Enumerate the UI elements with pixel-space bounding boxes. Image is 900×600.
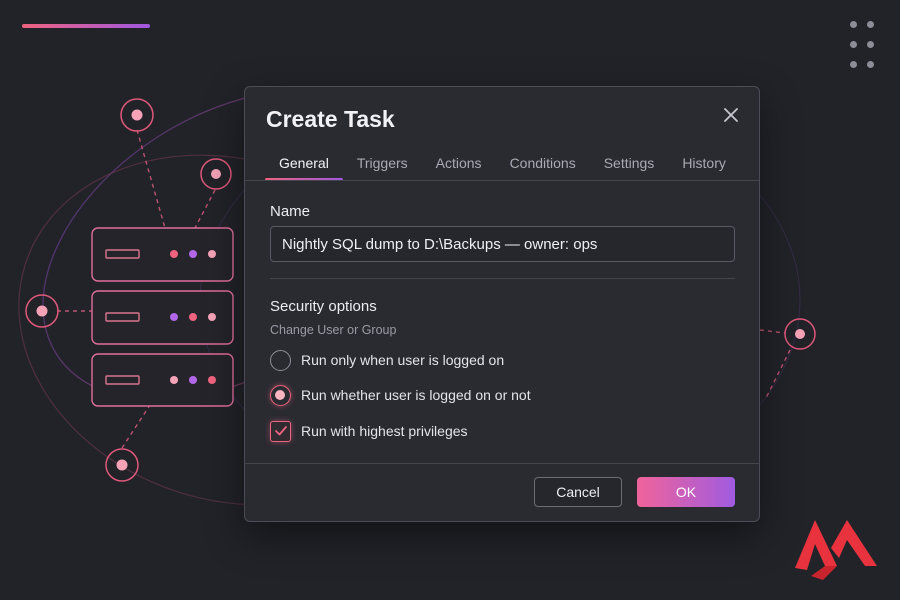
- create-task-dialog: Create Task General Triggers Actions Con…: [244, 86, 760, 522]
- option-label: Run with highest privileges: [301, 423, 468, 439]
- tabs-divider: [245, 180, 759, 181]
- security-options-title: Security options: [270, 298, 377, 315]
- name-input[interactable]: [270, 226, 735, 262]
- tab-bar: General Triggers Actions Conditions Sett…: [265, 151, 759, 181]
- run-whether-logged-on-option[interactable]: Run whether user is logged on or not: [270, 384, 531, 406]
- brand-logo: [795, 520, 877, 580]
- tab-settings[interactable]: Settings: [590, 151, 669, 181]
- checkbox-checked[interactable]: [270, 420, 291, 442]
- tab-history[interactable]: History: [668, 151, 740, 181]
- section-divider: [270, 278, 735, 279]
- ok-button[interactable]: OK: [637, 477, 735, 507]
- option-label: Run whether user is logged on or not: [301, 387, 531, 403]
- dots-grid-icon: [850, 21, 884, 68]
- tab-triggers[interactable]: Triggers: [343, 151, 422, 181]
- footer-divider: [245, 463, 759, 464]
- highest-privileges-option[interactable]: Run with highest privileges: [270, 420, 468, 442]
- radio-button-selected[interactable]: [270, 384, 291, 406]
- tab-actions[interactable]: Actions: [422, 151, 496, 181]
- option-label: Run only when user is logged on: [301, 352, 505, 368]
- change-user-link[interactable]: Change User or Group: [270, 323, 396, 337]
- tab-general[interactable]: General: [265, 151, 343, 181]
- accent-bar: [22, 24, 150, 28]
- dialog-title: Create Task: [266, 106, 395, 132]
- name-label: Name: [270, 203, 311, 220]
- tab-conditions[interactable]: Conditions: [496, 151, 590, 181]
- run-only-logged-on-option[interactable]: Run only when user is logged on: [270, 349, 504, 371]
- close-button[interactable]: [721, 105, 741, 125]
- cancel-button[interactable]: Cancel: [534, 477, 622, 507]
- checkmark-icon: [274, 426, 287, 436]
- radio-button[interactable]: [270, 349, 291, 371]
- close-icon: [724, 108, 738, 122]
